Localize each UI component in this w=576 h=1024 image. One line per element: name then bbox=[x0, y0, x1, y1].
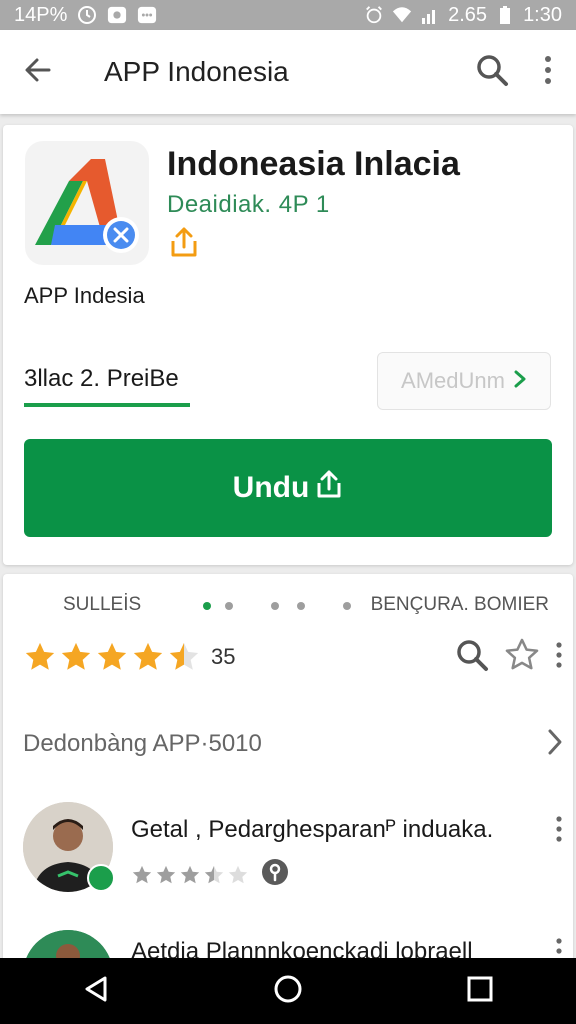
more-vert-icon[interactable] bbox=[555, 641, 563, 673]
star-icon bbox=[228, 865, 248, 883]
star-icon bbox=[180, 865, 200, 883]
star-icon bbox=[61, 642, 91, 670]
section-title: Dedonbàng APP·5010 bbox=[23, 730, 262, 757]
review-stars bbox=[131, 858, 289, 891]
navigation-bar bbox=[0, 958, 576, 1024]
alarm-icon bbox=[77, 5, 97, 25]
app-header-card: Indoneasia Inlacia Deaidiak. 4P 1 APP In… bbox=[3, 125, 573, 565]
page-dot bbox=[343, 602, 351, 610]
more-vert-icon[interactable] bbox=[555, 816, 563, 847]
more-vert-icon bbox=[543, 55, 553, 90]
chevron-right-icon bbox=[513, 368, 527, 394]
tab-summary[interactable]: SULLEİS bbox=[63, 594, 141, 616]
app-section-row[interactable]: Dedonbàng APP·5010 bbox=[23, 724, 563, 764]
battery-icon bbox=[495, 5, 515, 25]
section-tabs: SULLEİS BENÇURA. BOMIER bbox=[3, 584, 573, 624]
location-pin-icon bbox=[261, 858, 289, 891]
install-label: Undu bbox=[232, 471, 310, 504]
tab-indicator bbox=[24, 403, 190, 407]
star-icon bbox=[133, 642, 163, 670]
app-bar: APP Indonesia bbox=[0, 30, 576, 114]
star-outline-icon[interactable] bbox=[503, 636, 541, 679]
chevron-right-icon bbox=[547, 728, 563, 761]
search-button[interactable] bbox=[464, 44, 520, 100]
developer-link[interactable]: Deaidiak. 4P 1 bbox=[167, 191, 330, 219]
rating-count: 35 bbox=[211, 644, 236, 669]
app-subtitle: APP Indesia bbox=[24, 283, 145, 308]
page-dot bbox=[297, 602, 305, 610]
signal-icon bbox=[420, 5, 440, 25]
nav-recents-button[interactable] bbox=[450, 961, 510, 1021]
nav-back-button[interactable] bbox=[66, 961, 126, 1021]
back-button[interactable] bbox=[0, 30, 76, 114]
message-icon bbox=[137, 5, 157, 25]
page-dot bbox=[271, 602, 279, 610]
share-icon[interactable] bbox=[167, 225, 201, 259]
star-icon bbox=[97, 642, 127, 670]
screen: 14P% 2.65 1:30 APP Indonesia Indoneasia … bbox=[0, 0, 576, 1024]
review-item: Getal , Pedarghesparanᴾ induaka. bbox=[23, 802, 563, 902]
app-name: Indoneasia Inlacia bbox=[167, 145, 460, 183]
review-text: Getal , Pedarghesparanᴾ induaka. bbox=[131, 816, 494, 843]
app-icon[interactable] bbox=[25, 141, 149, 265]
wifi-icon bbox=[392, 5, 412, 25]
nav-back-icon bbox=[81, 974, 111, 1009]
more-info-label: AMedUnm bbox=[401, 368, 505, 393]
verified-badge-icon bbox=[87, 864, 115, 892]
more-info-button[interactable]: AMedUnm bbox=[377, 352, 551, 410]
tab-reviews[interactable]: BENÇURA. BOMIER bbox=[371, 594, 549, 616]
nav-home-button[interactable] bbox=[258, 961, 318, 1021]
clock-time: 1:30 bbox=[523, 3, 562, 26]
star-icon bbox=[132, 865, 152, 883]
upload-icon bbox=[315, 469, 343, 507]
search-icon bbox=[475, 53, 509, 92]
arrow-left-icon bbox=[23, 55, 53, 90]
rating-stars bbox=[23, 640, 201, 674]
page-dot-active bbox=[203, 602, 211, 610]
overflow-menu-button[interactable] bbox=[520, 44, 576, 100]
details-card: SULLEİS BENÇURA. BOMIER 35 Dedonbàng APP… bbox=[3, 574, 573, 1020]
status-bar: 14P% 2.65 1:30 bbox=[0, 0, 576, 30]
review-star-group bbox=[131, 864, 249, 886]
page-dot bbox=[225, 602, 233, 610]
page-title: APP Indonesia bbox=[104, 56, 289, 87]
alarm-clock-icon bbox=[364, 5, 384, 25]
search-reviews-icon[interactable] bbox=[455, 638, 489, 677]
notification-o-icon bbox=[107, 5, 127, 25]
tab-overview[interactable]: 3llac 2. PreiBe bbox=[24, 365, 179, 393]
star-icon bbox=[156, 865, 176, 883]
nav-home-icon bbox=[273, 974, 303, 1009]
data-speed-text: 2.65 bbox=[448, 3, 488, 26]
nav-recents-icon bbox=[466, 975, 494, 1008]
install-button[interactable]: Undu bbox=[24, 439, 552, 537]
star-icon bbox=[25, 642, 55, 670]
rating-row: 35 bbox=[23, 636, 563, 678]
star-icon bbox=[204, 865, 224, 883]
star-icon bbox=[169, 642, 199, 670]
battery-percent-text: 14P% bbox=[14, 3, 68, 26]
